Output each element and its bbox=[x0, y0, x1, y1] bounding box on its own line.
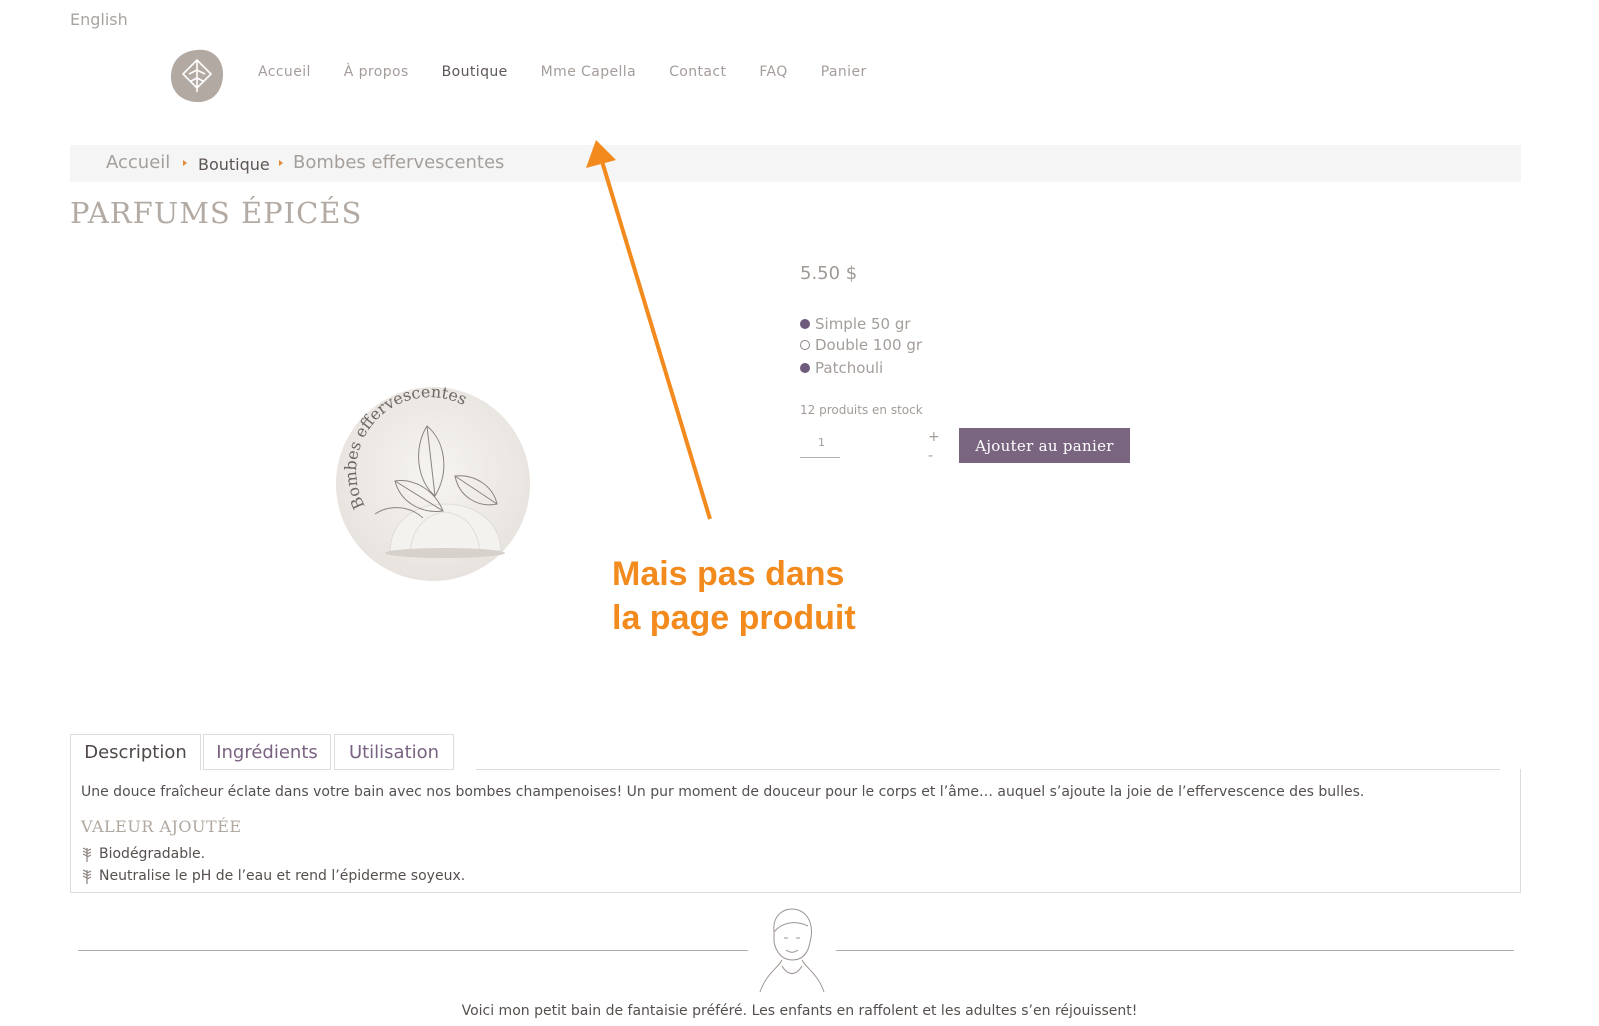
radio-selected-icon[interactable] bbox=[800, 319, 810, 329]
option-label: Simple 50 gr bbox=[815, 315, 911, 333]
lavender-icon bbox=[82, 869, 92, 884]
breadcrumb-current[interactable]: Boutique bbox=[198, 155, 270, 174]
annotation-text: Mais pas dans la page produit bbox=[612, 552, 856, 640]
description-text: Une douce fraîcheur éclate dans votre ba… bbox=[81, 784, 1365, 800]
divider-left bbox=[78, 950, 748, 951]
product-price: 5.50 $ bbox=[800, 263, 858, 284]
nav-a-propos[interactable]: À propos bbox=[344, 64, 409, 80]
annotation-line-2: la page produit bbox=[612, 599, 856, 637]
main-nav: Accueil À propos Boutique Mme Capella Co… bbox=[258, 64, 900, 80]
list-item: Biodégradable. bbox=[81, 846, 205, 862]
option-label: Double 100 gr bbox=[815, 336, 923, 354]
tab-description[interactable]: Description bbox=[70, 734, 201, 770]
add-to-cart-button[interactable]: Ajouter au panier bbox=[959, 428, 1130, 463]
breadcrumb-home[interactable]: Accueil bbox=[106, 152, 170, 173]
breadcrumb-category[interactable]: Bombes effervescentes bbox=[293, 152, 504, 173]
tab-utilisation[interactable]: Utilisation bbox=[334, 734, 454, 770]
product-image[interactable]: Bombes effervescentes bbox=[335, 386, 531, 582]
radio-unselected-icon[interactable] bbox=[800, 340, 810, 350]
nav-contact[interactable]: Contact bbox=[669, 64, 726, 80]
language-link[interactable]: English bbox=[70, 10, 128, 29]
portrait-sketch-icon bbox=[759, 908, 825, 993]
nav-accueil[interactable]: Accueil bbox=[258, 64, 311, 80]
annotation-line-1: Mais pas dans bbox=[612, 555, 845, 593]
list-item: Neutralise le pH de l’eau et rend l’épid… bbox=[81, 868, 465, 884]
footer-quote: Voici mon petit bain de fantaisie préfér… bbox=[461, 1003, 1138, 1019]
option-patchouli[interactable]: Patchouli bbox=[800, 359, 883, 377]
radio-selected-icon[interactable] bbox=[800, 363, 810, 373]
breadcrumb bbox=[70, 145, 1521, 182]
tab-ingredients[interactable]: Ingrédients bbox=[203, 734, 331, 770]
nav-mme-capella[interactable]: Mme Capella bbox=[541, 64, 636, 80]
nav-faq[interactable]: FAQ bbox=[759, 64, 787, 80]
product-title: PARFUMS ÉPICÉS bbox=[70, 196, 363, 230]
quantity-decrease-button[interactable]: - bbox=[928, 449, 933, 463]
bullet-text: Neutralise le pH de l’eau et rend l’épid… bbox=[99, 868, 466, 884]
logo-icon[interactable] bbox=[169, 48, 225, 104]
option-simple-50gr[interactable]: Simple 50 gr bbox=[800, 315, 911, 333]
option-label: Patchouli bbox=[815, 359, 884, 377]
bullet-text: Biodégradable. bbox=[99, 846, 206, 862]
quantity-increase-button[interactable]: + bbox=[928, 430, 940, 444]
stock-status: 12 produits en stock bbox=[800, 403, 923, 417]
quantity-input[interactable] bbox=[800, 428, 840, 458]
value-added-title: VALEUR AJOUTÉE bbox=[81, 817, 242, 836]
breadcrumb-separator-icon bbox=[183, 160, 187, 166]
option-double-100gr[interactable]: Double 100 gr bbox=[800, 336, 922, 354]
nav-boutique[interactable]: Boutique bbox=[442, 64, 508, 80]
divider-right bbox=[836, 950, 1514, 951]
nav-panier[interactable]: Panier bbox=[821, 64, 867, 80]
breadcrumb-separator-icon bbox=[279, 160, 283, 166]
lavender-icon bbox=[82, 847, 92, 862]
